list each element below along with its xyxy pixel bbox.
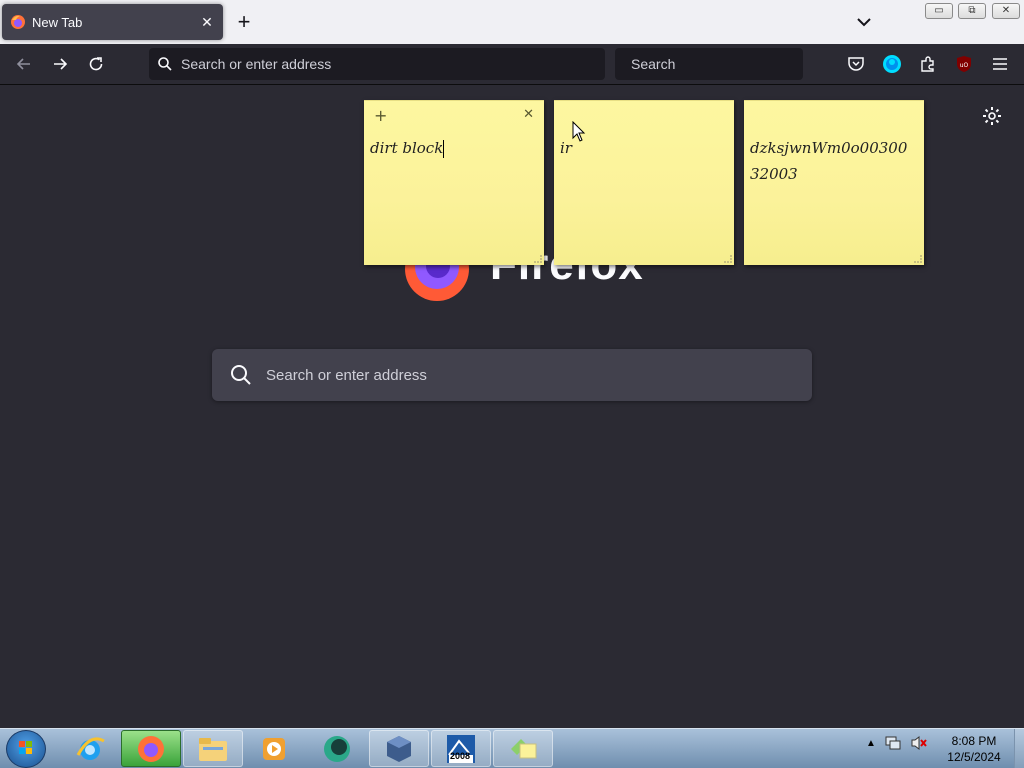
show-hidden-icons-button[interactable]: ▲ (866, 738, 876, 749)
taskbar-virtualbox[interactable] (369, 730, 429, 767)
minimize-button[interactable]: ▭ (925, 3, 953, 19)
resize-grip[interactable] (914, 255, 922, 263)
clock-time: 8:08 PM (951, 734, 997, 748)
folder-icon (199, 737, 227, 761)
firefox-icon (138, 735, 164, 762)
extensions-button[interactable] (917, 53, 939, 75)
taskbar-sticky-notes[interactable] (493, 730, 553, 767)
taskbar-app-green[interactable] (307, 730, 367, 767)
media-player-icon (263, 737, 285, 760)
windows-logo-icon (19, 741, 32, 754)
show-desktop-button[interactable] (1014, 729, 1024, 768)
start-button[interactable] (6, 730, 46, 768)
ublock-button[interactable]: uO (953, 53, 975, 75)
ublock-origin-icon: uO (957, 56, 971, 72)
sticky-note-1[interactable]: + ✕ dirt block (364, 100, 544, 265)
content-search-input[interactable] (266, 366, 812, 384)
tab-title: New Tab (32, 14, 83, 30)
sticky-note-header: + ✕ (364, 101, 544, 127)
text-caret (443, 140, 445, 158)
tab-strip: New Tab ✕ + ▭ ⧉ ✕ (0, 0, 1024, 44)
taskbar-media-player[interactable] (244, 730, 304, 767)
account-button[interactable] (881, 53, 903, 75)
taskbar-app-2008[interactable]: 2008 (431, 730, 491, 767)
sticky-note-text[interactable]: dzksjwnWm0o00300 32003 (744, 127, 924, 187)
search-icon (158, 57, 172, 71)
search-icon (231, 365, 251, 385)
resize-grip[interactable] (724, 255, 732, 263)
account-avatar-icon (883, 55, 901, 73)
tab-new-tab[interactable]: New Tab ✕ (2, 4, 223, 40)
arrow-left-icon (16, 58, 30, 70)
clock-date: 12/5/2024 (947, 750, 1001, 764)
network-icon[interactable] (884, 735, 902, 751)
taskbar-file-explorer[interactable] (183, 730, 243, 767)
arrow-right-icon (54, 58, 68, 70)
virtualbox-icon (387, 735, 411, 762)
menu-button[interactable] (989, 53, 1011, 75)
firefox-icon (11, 15, 25, 29)
reload-icon (89, 57, 103, 71)
add-note-button[interactable]: + (374, 106, 387, 125)
puzzle-icon (921, 56, 934, 72)
gear-icon[interactable] (980, 104, 1004, 128)
search-bar[interactable] (615, 48, 812, 80)
content-search-box[interactable] (212, 349, 812, 401)
internet-explorer-icon (76, 736, 105, 760)
address-input[interactable] (181, 56, 605, 72)
clock[interactable]: 8:08 PM 12/5/2024 (938, 733, 1010, 765)
resize-grip[interactable] (534, 255, 542, 263)
search-input[interactable] (631, 56, 812, 72)
taskbar-firefox[interactable] (121, 730, 181, 767)
new-tab-button[interactable]: + (232, 10, 256, 34)
sticky-note-header (744, 101, 924, 127)
mouse-cursor-icon (572, 121, 586, 142)
sticky-note-text[interactable]: dirt block (364, 127, 544, 161)
hamburger-menu-icon (993, 58, 1007, 70)
app-2008-label: 2008 (450, 751, 471, 761)
restore-button[interactable]: ⧉ (958, 3, 986, 19)
system-tray: ▲ (866, 735, 928, 751)
window-close-button[interactable]: ✕ (992, 3, 1020, 19)
chevron-down-icon[interactable] (852, 10, 876, 34)
pocket-icon (848, 57, 864, 71)
green-globe-icon (324, 735, 350, 762)
forward-button[interactable] (48, 52, 72, 76)
address-bar[interactable] (149, 48, 605, 80)
sticky-notes-icon (511, 738, 537, 758)
volume-muted-icon[interactable] (910, 735, 928, 751)
taskbar-internet-explorer[interactable] (60, 730, 120, 767)
back-button[interactable] (12, 52, 36, 76)
sticky-note-3[interactable]: dzksjwnWm0o00300 32003 (744, 100, 924, 265)
tab-close-button[interactable]: ✕ (199, 14, 215, 31)
reload-button[interactable] (84, 52, 108, 76)
svg-text:uO: uO (960, 62, 969, 69)
pocket-button[interactable] (845, 53, 867, 75)
delete-note-button[interactable]: ✕ (523, 107, 534, 122)
windows-taskbar: 2008 ▲ 8:08 PM 12/5/2024 (0, 728, 1024, 768)
navigation-toolbar: uO (0, 44, 1024, 85)
